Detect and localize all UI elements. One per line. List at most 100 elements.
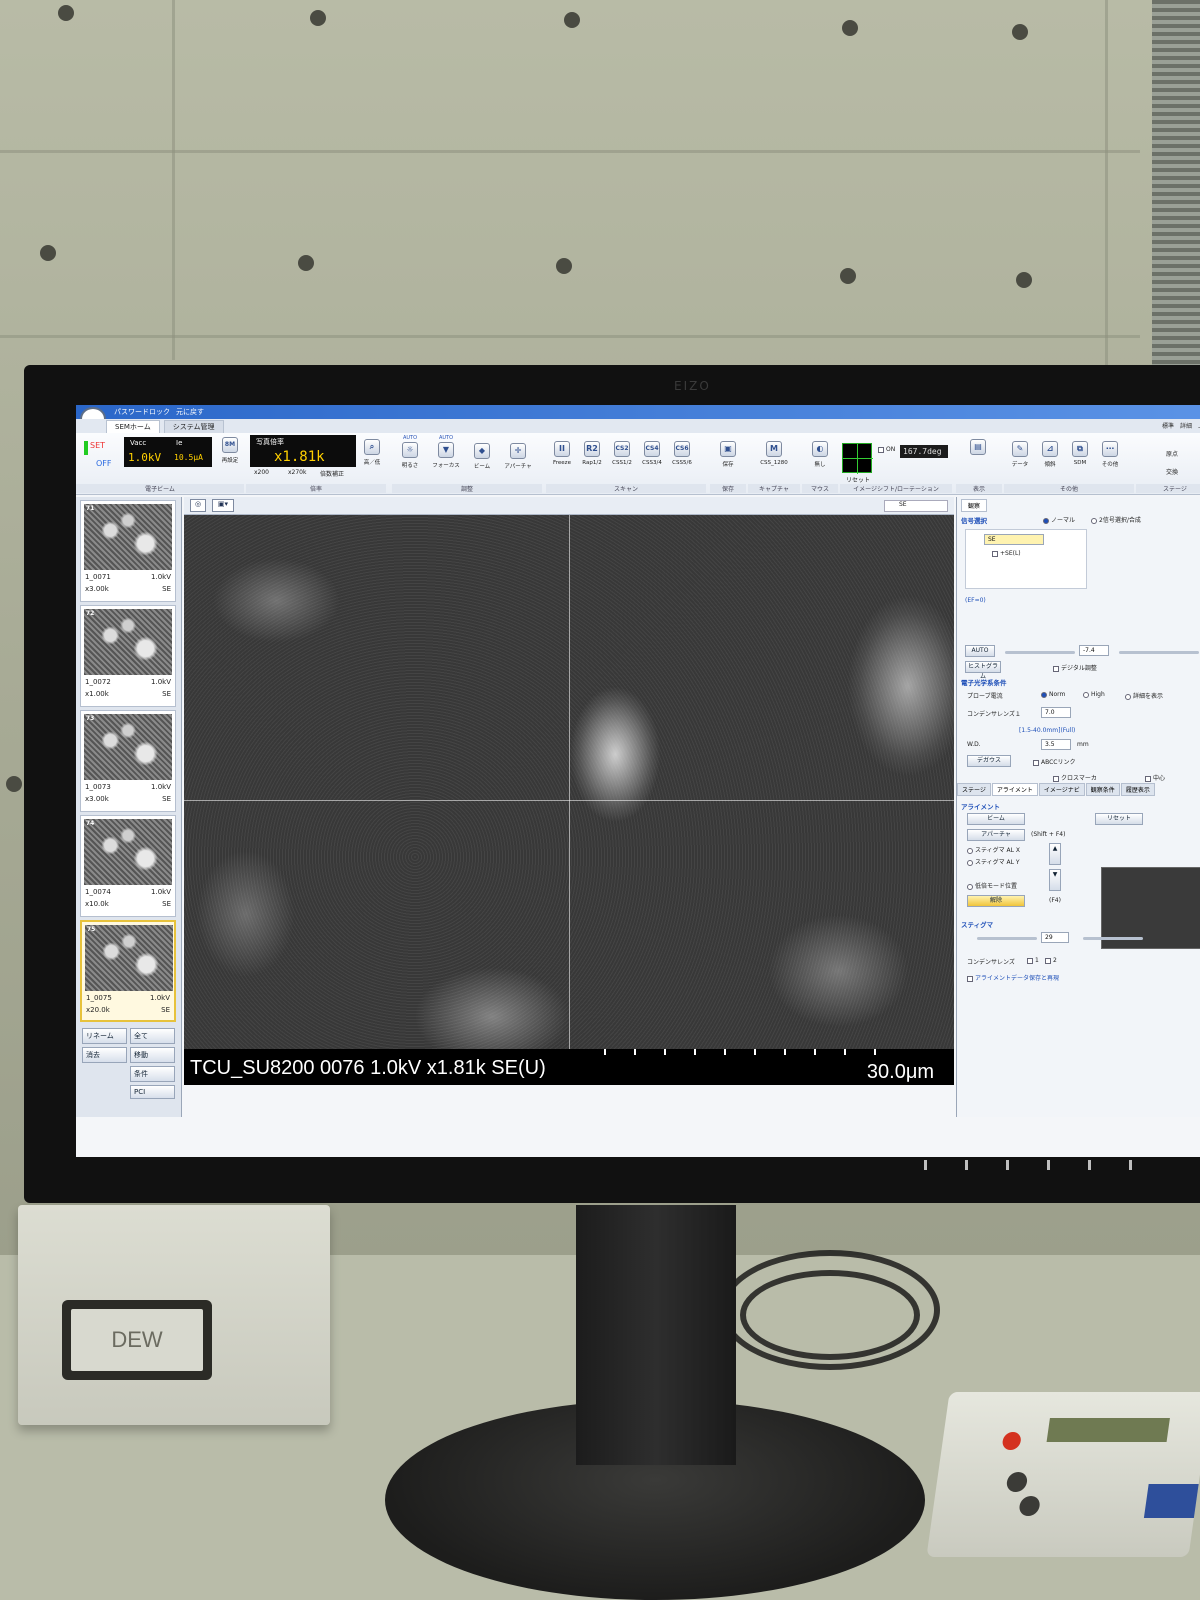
release-button[interactable]: 解除 — [967, 895, 1025, 907]
capture-button[interactable]: M CSS_1280 — [760, 441, 788, 466]
scan-freeze-button[interactable]: II Freeze — [548, 441, 576, 466]
sdm-button[interactable]: ⧉ SDM — [1066, 441, 1094, 466]
stigma-up-button[interactable]: ▲ — [1049, 843, 1061, 865]
reset-beam-button[interactable]: 8M 再設定 — [216, 437, 244, 464]
stigma-x-radio[interactable] — [967, 847, 973, 854]
subtab-alignment[interactable]: アライメント — [991, 783, 1038, 796]
low-mag-radio[interactable] — [967, 883, 973, 890]
thumbnail-number: 74 — [86, 820, 95, 827]
aperture-alignment-button[interactable]: アパーチャ — [967, 829, 1025, 841]
beam-set-button[interactable]: SET — [90, 441, 105, 450]
auto-brightness-button[interactable]: AUTO ☼ 明るさ — [396, 435, 424, 469]
alignment-reset-button[interactable]: リセット — [1095, 813, 1143, 825]
subtab-stage[interactable]: ステージ — [957, 783, 991, 796]
stigma-y-slider[interactable] — [1083, 937, 1143, 940]
mode-detail[interactable]: 詳細 — [1180, 421, 1192, 430]
data-button[interactable]: ✎ データ — [1006, 441, 1034, 468]
tab-observation[interactable]: 観察 — [961, 499, 988, 512]
digital-adjust-checkbox[interactable] — [1053, 665, 1059, 672]
thumbnail-item[interactable]: 75 1_0075 1.0kV x20.0k SE — [80, 920, 176, 1022]
tilt-button[interactable]: ⊿ 傾斜 — [1036, 441, 1064, 468]
image-shift-pad[interactable] — [842, 443, 873, 474]
auto-focus-button[interactable]: AUTO ▼ フォーカス — [432, 435, 460, 469]
high-radio[interactable] — [1083, 691, 1089, 698]
thumbnail-item[interactable]: 71 1_0071 1.0kV x3.00k SE — [80, 500, 176, 602]
beam-readout[interactable]: Vacc Ie 1.0kV 10.5μA — [124, 437, 212, 467]
rename-button[interactable]: リネーム — [82, 1028, 127, 1044]
beam-align-button[interactable]: ◆ ビーム — [468, 443, 496, 470]
center-checkbox[interactable] — [1145, 775, 1151, 782]
degauss-button[interactable]: デガウス — [967, 755, 1011, 767]
stigma-down-button[interactable]: ▼ — [1049, 869, 1061, 891]
stigma-x-slider[interactable] — [977, 937, 1037, 940]
magnification-group: 写真倍率 x1.81k x200 x270k 倍数補正 ⌕ 高／低 倍率 — [246, 435, 386, 493]
alignment-save-checkbox[interactable] — [967, 975, 973, 982]
contrast-slider[interactable] — [1119, 651, 1199, 654]
normal-radio[interactable] — [1043, 517, 1049, 524]
se-l-checkbox[interactable] — [992, 550, 998, 557]
wd-value-field[interactable]: 3.5 — [1041, 739, 1071, 750]
thumbnail-item[interactable]: 74 1_0074 1.0kV x10.0k SE — [80, 815, 176, 917]
stigma-value-field[interactable]: 29 — [1041, 932, 1069, 943]
subtab-observation-conditions[interactable]: 観察条件 — [1085, 783, 1120, 796]
thumbnail-actions: リネーム 全て 消去 移動 . 条件 . PCI — [76, 1024, 181, 1103]
brightness-value[interactable]: -7.4 — [1079, 645, 1109, 656]
scan-css34-button[interactable]: CS4 CSS3/4 — [638, 441, 666, 466]
controller-button[interactable] — [1018, 1496, 1041, 1516]
stage-exchange-button[interactable]: 交換 — [1166, 467, 1178, 476]
mag-correction-button[interactable]: 倍数補正 — [320, 469, 344, 478]
histogram-button[interactable]: ヒストグラム — [965, 661, 1001, 680]
subtab-image-navi[interactable]: イメージナビ — [1038, 783, 1085, 796]
signal-select-dropdown[interactable]: SE — [984, 534, 1044, 545]
pci-button[interactable]: PCI — [130, 1085, 175, 1099]
other-button[interactable]: ⋯ その他 — [1096, 441, 1124, 468]
scan-rap-button[interactable]: R2 Rap1/2 — [578, 441, 606, 466]
cl1-checkbox[interactable] — [1027, 957, 1033, 964]
scan-css12-button[interactable]: CS2 CSS1/2 — [608, 441, 636, 466]
password-lock-button[interactable]: パスワードロック — [114, 407, 170, 417]
thumbnail-item[interactable]: 72 1_0072 1.0kV x1.00k SE — [80, 605, 176, 707]
move-button[interactable]: 移動 — [130, 1047, 175, 1063]
high-low-button[interactable]: ⌕ 高／低 — [358, 439, 386, 466]
crossmark-checkbox[interactable] — [1053, 775, 1059, 782]
sem-image-view[interactable]: TCU_SU8200 0076 1.0kV x1.81k SE(U) 30.0μ… — [184, 515, 954, 1085]
dual-signal-radio[interactable] — [1091, 517, 1097, 524]
tab-sem-home[interactable]: SEMホーム — [106, 420, 160, 433]
aperture-align-button[interactable]: ✛ アパーチャ — [504, 443, 532, 470]
mouse-mode-button[interactable]: ◐ 無し — [806, 441, 834, 468]
select-all-button[interactable]: 全て — [130, 1028, 175, 1044]
stop-button[interactable] — [1001, 1432, 1022, 1450]
display-layout-button[interactable]: ▤ — [964, 439, 992, 455]
save-button[interactable]: ▣ 保存 — [714, 441, 742, 468]
magnification-readout[interactable]: 写真倍率 x1.81k — [250, 435, 356, 467]
thumbnail-item[interactable]: 73 1_0073 1.0kV x3.00k SE — [80, 710, 176, 812]
signal-indicator[interactable]: SE — [884, 500, 948, 512]
detail-toggle[interactable] — [1125, 693, 1131, 700]
controller-button[interactable] — [1005, 1472, 1029, 1492]
auto-contrast-button[interactable]: AUTO — [965, 645, 995, 657]
tab-system-admin[interactable]: システム管理 — [163, 420, 224, 433]
tilt-icon: ⊿ — [1042, 441, 1058, 457]
rotation-reset-button[interactable]: リセット — [846, 475, 870, 484]
rotation-degree-field[interactable]: 167.7deg — [900, 445, 948, 458]
scan-css56-button[interactable]: CS6 CSS5/6 — [668, 441, 696, 466]
live-view-icon[interactable]: ◎ — [190, 499, 206, 512]
beam-alignment-button[interactable]: ビーム — [967, 813, 1025, 825]
release-shortcut: (F4) — [1049, 897, 1061, 904]
conditions-button[interactable]: 条件 — [130, 1066, 175, 1082]
subtab-history[interactable]: 履歴表示 — [1120, 783, 1155, 796]
delete-button[interactable]: 消去 — [82, 1047, 127, 1063]
stigma-y-radio[interactable] — [967, 859, 973, 866]
save-image-icon[interactable]: ▣▾ — [212, 499, 234, 512]
norm-radio[interactable] — [1041, 691, 1047, 698]
condenser-value-field[interactable]: 7.0 — [1041, 707, 1071, 718]
cl2-checkbox[interactable] — [1045, 957, 1051, 964]
stage-origin-button[interactable]: 原点 — [1166, 449, 1178, 458]
mode-standard[interactable]: 標準 — [1162, 421, 1174, 430]
rotation-on-checkbox[interactable] — [878, 446, 884, 453]
focus-icon: ▼ — [438, 442, 454, 458]
beam-off-button[interactable]: OFF — [96, 459, 112, 468]
undo-button[interactable]: 元に戻す — [176, 407, 204, 417]
brightness-slider[interactable] — [1005, 651, 1075, 654]
abcc-link-checkbox[interactable] — [1033, 759, 1039, 766]
